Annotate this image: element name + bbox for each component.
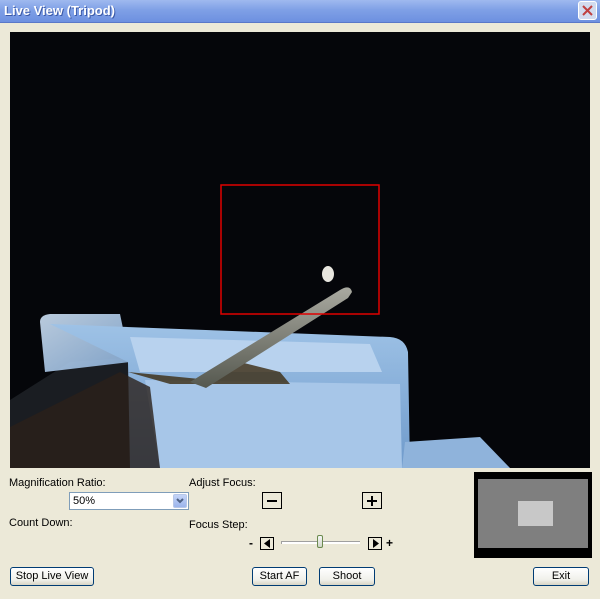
adjust-focus-label: Adjust Focus: [189, 477, 256, 489]
triangle-right-icon [373, 539, 379, 548]
close-icon [582, 5, 593, 16]
zoom-navigator[interactable] [474, 472, 592, 558]
magnification-ratio-label: Magnification Ratio: [9, 477, 106, 489]
count-down-label: Count Down: [9, 517, 73, 529]
focus-step-right-button[interactable] [368, 537, 382, 550]
focus-step-slider-thumb[interactable] [317, 535, 323, 548]
navigator-zoom-area[interactable] [518, 501, 553, 526]
magnification-ratio-value: 50% [73, 495, 96, 507]
plus-icon [367, 496, 377, 506]
dropdown-button[interactable] [173, 494, 187, 508]
stop-live-view-button[interactable]: Stop Live View [10, 567, 94, 586]
shoot-button[interactable]: Shoot [319, 567, 375, 586]
live-view-display[interactable] [10, 32, 590, 468]
exit-button[interactable]: Exit [533, 567, 589, 586]
start-af-button[interactable]: Start AF [252, 567, 307, 586]
live-view-image [10, 32, 590, 468]
chevron-down-icon [176, 498, 184, 504]
triangle-left-icon [264, 539, 270, 548]
title-bar: Live View (Tripod) [0, 0, 600, 23]
minus-icon [267, 500, 277, 502]
magnification-ratio-select[interactable]: 50% [69, 492, 189, 510]
focus-plus-button[interactable] [362, 492, 382, 509]
close-button[interactable] [578, 1, 597, 20]
focus-step-label: Focus Step: [189, 519, 248, 531]
focus-step-plus-sign: + [386, 536, 394, 550]
window-title: Live View (Tripod) [4, 3, 116, 18]
navigator-frame [478, 479, 588, 548]
focus-minus-button[interactable] [262, 492, 282, 509]
focus-step-minus-sign: - [249, 536, 253, 550]
focus-step-left-button[interactable] [260, 537, 274, 550]
